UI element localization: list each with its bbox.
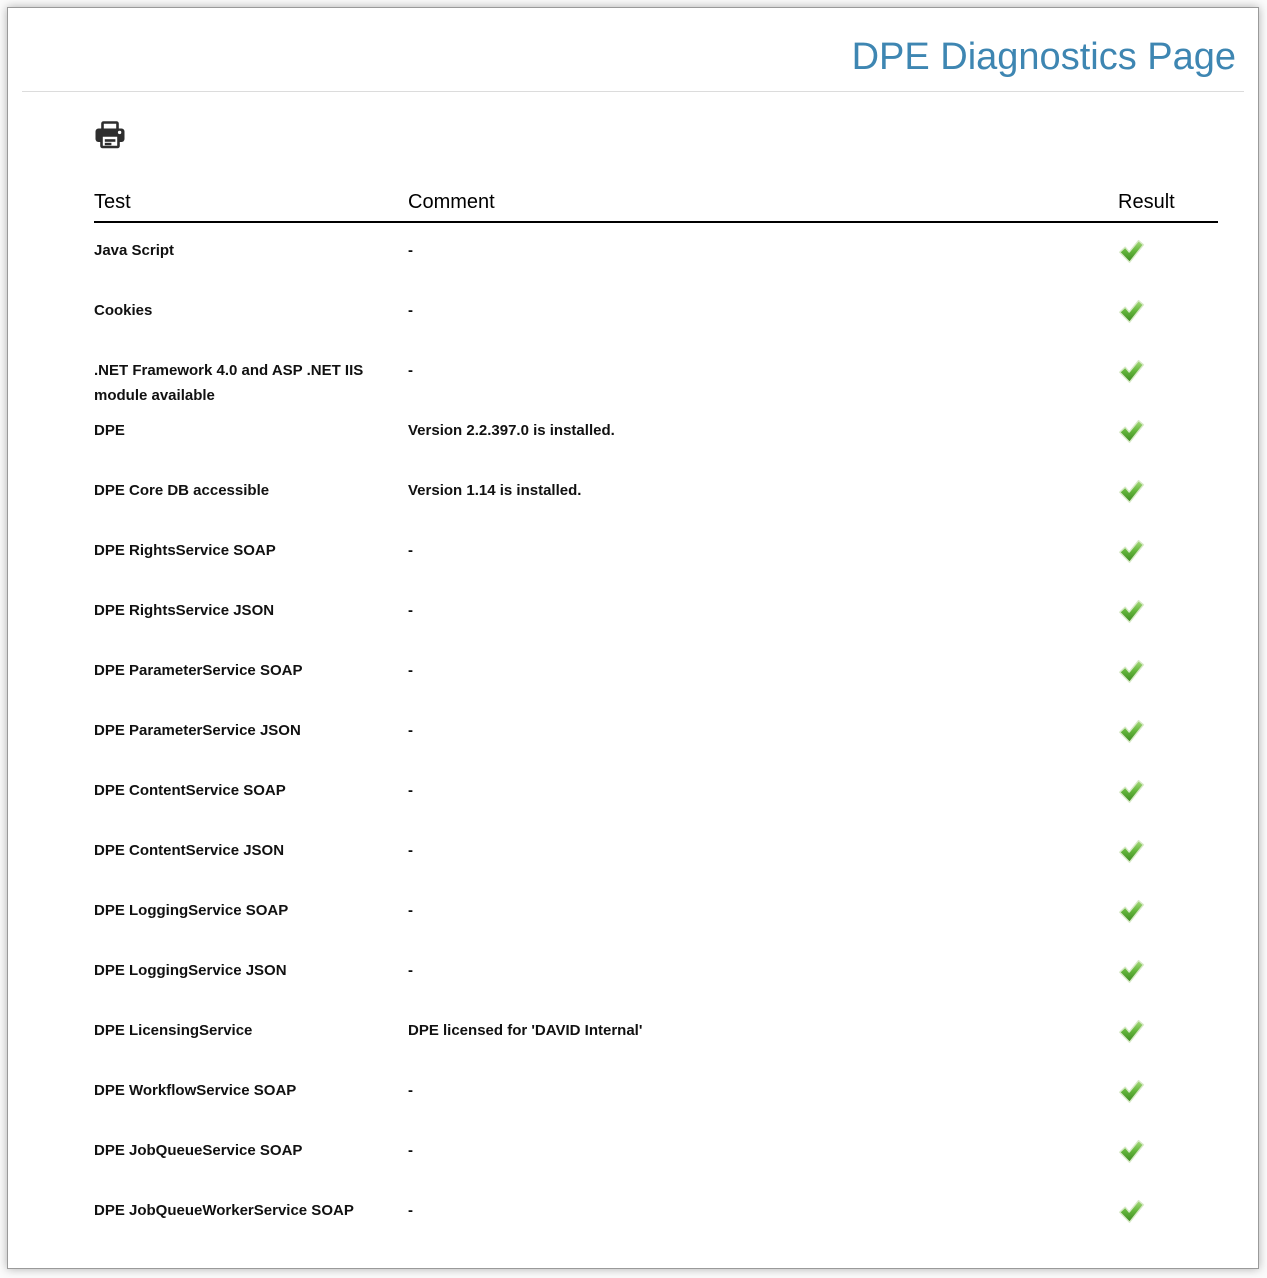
table-row: DPE Core DB accessible Version 1.14 is i… (94, 463, 1218, 523)
test-cell: Cookies (94, 298, 408, 323)
comment-cell: - (408, 958, 1118, 983)
test-cell: .NET Framework 4.0 and ASP .NET IIS modu… (94, 358, 408, 408)
comment-cell: DPE licensed for 'DAVID Internal' (408, 1018, 1118, 1043)
result-cell (1118, 478, 1218, 512)
print-button[interactable] (94, 120, 128, 152)
check-pass-icon (1118, 611, 1145, 628)
table-row: DPE ContentService JSON - (94, 823, 1218, 883)
result-cell (1118, 298, 1218, 332)
table-header-row: Test Comment Result (94, 191, 1218, 223)
test-cell: DPE WorkflowService SOAP (94, 1078, 408, 1103)
comment-cell: - (408, 1198, 1118, 1223)
result-cell (1118, 778, 1218, 812)
comment-cell: - (408, 538, 1118, 563)
comment-cell: - (408, 898, 1118, 923)
test-cell: DPE ContentService SOAP (94, 778, 408, 803)
table-row: DPE ParameterService SOAP - (94, 643, 1218, 703)
table-row: DPE JobQueueService SOAP - (94, 1123, 1218, 1183)
result-cell (1118, 418, 1218, 452)
table-row: DPE ContentService SOAP - (94, 763, 1218, 823)
result-cell (1118, 958, 1218, 992)
comment-cell: - (408, 1078, 1118, 1103)
check-pass-icon (1118, 791, 1145, 808)
result-cell (1118, 838, 1218, 872)
result-cell (1118, 538, 1218, 572)
comment-cell: - (408, 838, 1118, 863)
comment-cell: - (408, 1138, 1118, 1163)
table-row: DPE WorkflowService SOAP - (94, 1063, 1218, 1123)
comment-cell: - (408, 718, 1118, 743)
result-cell (1118, 718, 1218, 752)
table-row: DPE LoggingService SOAP - (94, 883, 1218, 943)
check-pass-icon (1118, 551, 1145, 568)
test-cell: DPE LoggingService SOAP (94, 898, 408, 923)
test-cell: DPE Core DB accessible (94, 478, 408, 503)
test-cell: DPE LoggingService JSON (94, 958, 408, 983)
result-cell (1118, 358, 1218, 392)
table-row: DPE LicensingService DPE licensed for 'D… (94, 1003, 1218, 1063)
check-pass-icon (1118, 491, 1145, 508)
table-body: Java Script - Cookies - .NET Framework 4… (94, 223, 1218, 1243)
result-cell (1118, 1198, 1218, 1232)
comment-cell: Version 1.14 is installed. (408, 478, 1118, 503)
header-comment: Comment (408, 191, 1118, 214)
page-title: DPE Diagnostics Page (8, 8, 1258, 91)
comment-cell: - (408, 778, 1118, 803)
test-cell: DPE JobQueueWorkerService SOAP (94, 1198, 408, 1223)
test-cell: DPE LicensingService (94, 1018, 408, 1043)
header-result: Result (1118, 191, 1218, 214)
check-pass-icon (1118, 1211, 1145, 1228)
comment-cell: Version 2.2.397.0 is installed. (408, 418, 1118, 443)
check-pass-icon (1118, 1031, 1145, 1048)
comment-cell: - (408, 298, 1118, 323)
test-cell: Java Script (94, 238, 408, 263)
table-row: .NET Framework 4.0 and ASP .NET IIS modu… (94, 343, 1218, 403)
table-row: DPE LoggingService JSON - (94, 943, 1218, 1003)
test-cell: DPE RightsService JSON (94, 598, 408, 623)
result-cell (1118, 1078, 1218, 1112)
table-row: DPE Version 2.2.397.0 is installed. (94, 403, 1218, 463)
printer-icon (94, 121, 128, 151)
result-cell (1118, 658, 1218, 692)
result-cell (1118, 898, 1218, 932)
result-cell (1118, 1138, 1218, 1172)
test-cell: DPE RightsService SOAP (94, 538, 408, 563)
table-row: Java Script - (94, 223, 1218, 283)
check-pass-icon (1118, 731, 1145, 748)
check-pass-icon (1118, 1091, 1145, 1108)
comment-cell: - (408, 658, 1118, 683)
check-pass-icon (1118, 431, 1145, 448)
check-pass-icon (1118, 971, 1145, 988)
table-row: DPE RightsService SOAP - (94, 523, 1218, 583)
test-cell: DPE ParameterService JSON (94, 718, 408, 743)
test-cell: DPE (94, 418, 408, 443)
comment-cell: - (408, 598, 1118, 623)
result-cell (1118, 598, 1218, 632)
check-pass-icon (1118, 371, 1145, 388)
table-row: Cookies - (94, 283, 1218, 343)
table-row: DPE RightsService JSON - (94, 583, 1218, 643)
diagnostics-table: Test Comment Result Java Script - Cookie… (94, 191, 1218, 1243)
check-pass-icon (1118, 311, 1145, 328)
check-pass-icon (1118, 251, 1145, 268)
test-cell: DPE JobQueueService SOAP (94, 1138, 408, 1163)
table-row: DPE ParameterService JSON - (94, 703, 1218, 763)
check-pass-icon (1118, 911, 1145, 928)
result-cell (1118, 238, 1218, 272)
check-pass-icon (1118, 851, 1145, 868)
test-cell: DPE ParameterService SOAP (94, 658, 408, 683)
header-test: Test (94, 191, 408, 214)
check-pass-icon (1118, 1151, 1145, 1168)
test-cell: DPE ContentService JSON (94, 838, 408, 863)
title-divider (22, 91, 1244, 92)
comment-cell: - (408, 238, 1118, 263)
comment-cell: - (408, 358, 1118, 383)
diagnostics-page: DPE Diagnostics Page Test Comment Result… (7, 7, 1259, 1269)
table-row: DPE JobQueueWorkerService SOAP - (94, 1183, 1218, 1243)
result-cell (1118, 1018, 1218, 1052)
check-pass-icon (1118, 671, 1145, 688)
